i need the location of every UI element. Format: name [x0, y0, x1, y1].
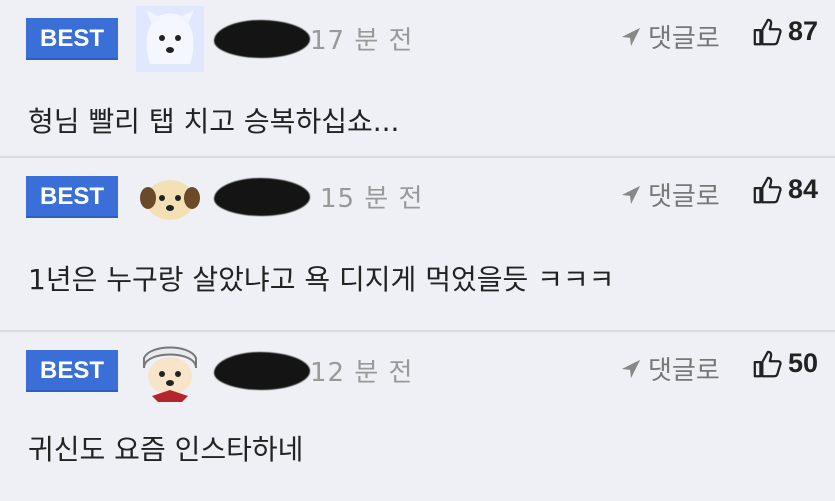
avatar[interactable] [136, 338, 204, 404]
comment-header: BEST 15 분 전 댓글로 84 [0, 160, 835, 232]
comment-header: BEST 17 분 전 댓글로 87 [0, 2, 835, 74]
like-button[interactable]: 50 [752, 348, 818, 379]
thumbs-up-icon [753, 350, 782, 377]
best-badge: BEST [26, 176, 118, 218]
reply-button[interactable]: 댓글로 [620, 350, 720, 387]
comment-item: BEST 15 분 전 댓글로 84 1년은 누구랑 살았냐고 욕 디지게 먹었… [0, 158, 835, 332]
redacted-username [214, 352, 310, 390]
send-arrow-icon [621, 27, 641, 46]
comment-time: 15 분 전 [320, 184, 424, 214]
like-count: 50 [788, 348, 819, 378]
like-count: 84 [788, 174, 819, 204]
like-count: 87 [788, 16, 819, 46]
reply-label: 댓글로 [648, 356, 720, 386]
like-button[interactable]: 84 [752, 174, 818, 205]
comment-time: 17 분 전 [310, 26, 414, 56]
best-badge: BEST [26, 18, 118, 60]
comment-text: 형님 빨리 탭 치고 승복하십쇼... [28, 105, 400, 138]
reply-label: 댓글로 [648, 24, 720, 54]
send-arrow-icon [621, 185, 641, 204]
reply-button[interactable]: 댓글로 [620, 176, 720, 213]
thumbs-up-icon [753, 176, 782, 203]
send-arrow-icon [621, 359, 641, 378]
comment-text: 1년은 누구랑 살았냐고 욕 디지게 먹었을듯 ㅋㅋㅋ [28, 263, 615, 296]
best-badge: BEST [26, 350, 118, 392]
reply-button[interactable]: 댓글로 [620, 18, 720, 55]
avatar[interactable] [136, 6, 204, 72]
redacted-username [214, 20, 310, 58]
comment-text: 귀신도 요즘 인스타하네 [28, 433, 304, 466]
comment-header: BEST 12 분 전 댓글로 50 [0, 334, 835, 406]
like-button[interactable]: 87 [752, 16, 818, 47]
comment-time: 12 분 전 [310, 358, 414, 388]
reply-label: 댓글로 [648, 182, 720, 212]
avatar[interactable] [136, 164, 204, 230]
thumbs-up-icon [753, 18, 782, 45]
comment-list: BEST 17 분 전 댓글로 87 형님 빨리 탭 치고 승복하십쇼... B… [0, 0, 835, 501]
comment-item: BEST 17 분 전 댓글로 87 형님 빨리 탭 치고 승복하십쇼... [0, 0, 835, 158]
comment-item: BEST 12 분 전 댓글로 50 귀신도 요즘 인스타하네 [0, 332, 835, 501]
redacted-username [214, 178, 310, 216]
